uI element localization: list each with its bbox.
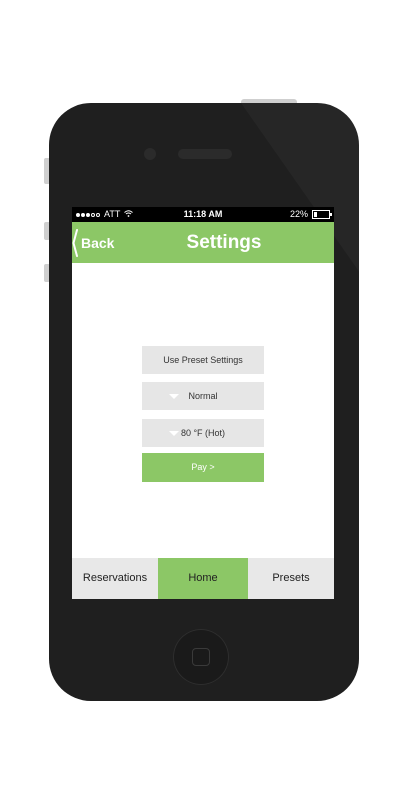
tab-bar: Reservations Home Presets	[72, 558, 334, 599]
tab-presets[interactable]: Presets	[248, 558, 334, 599]
preset-button-label: Use Preset Settings	[163, 355, 243, 365]
mockup-stage: ATT 11:18 AM 22% Back Settings Use Prese…	[0, 0, 400, 800]
hardware-home-button	[173, 629, 229, 685]
status-right: 22%	[289, 207, 332, 222]
status-bar: ATT 11:18 AM 22%	[72, 207, 334, 222]
tab-reservations[interactable]: Reservations	[72, 558, 158, 599]
battery-icon	[312, 210, 332, 219]
triangle-down-icon	[169, 431, 179, 436]
nav-bar: Back Settings	[72, 222, 334, 263]
mode-dropdown[interactable]: Normal	[142, 382, 264, 410]
home-square-icon	[192, 648, 210, 666]
page-title: Settings	[186, 232, 262, 253]
temperature-dropdown-value: 80 °F (Hot)	[180, 428, 226, 438]
temperature-dropdown[interactable]: 80 °F (Hot)	[142, 419, 264, 447]
pay-button[interactable]: Pay >	[142, 453, 264, 482]
app-screen: ATT 11:18 AM 22% Back Settings Use Prese…	[72, 207, 334, 599]
earpiece-speaker	[178, 149, 232, 159]
pay-button-label: Pay >	[191, 462, 215, 472]
front-camera	[144, 148, 156, 160]
triangle-down-icon	[169, 394, 179, 399]
battery-percent: 22%	[289, 209, 308, 219]
mode-dropdown-value: Normal	[188, 391, 218, 401]
tab-home[interactable]: Home	[158, 558, 248, 599]
use-preset-settings-button[interactable]: Use Preset Settings	[142, 346, 264, 374]
